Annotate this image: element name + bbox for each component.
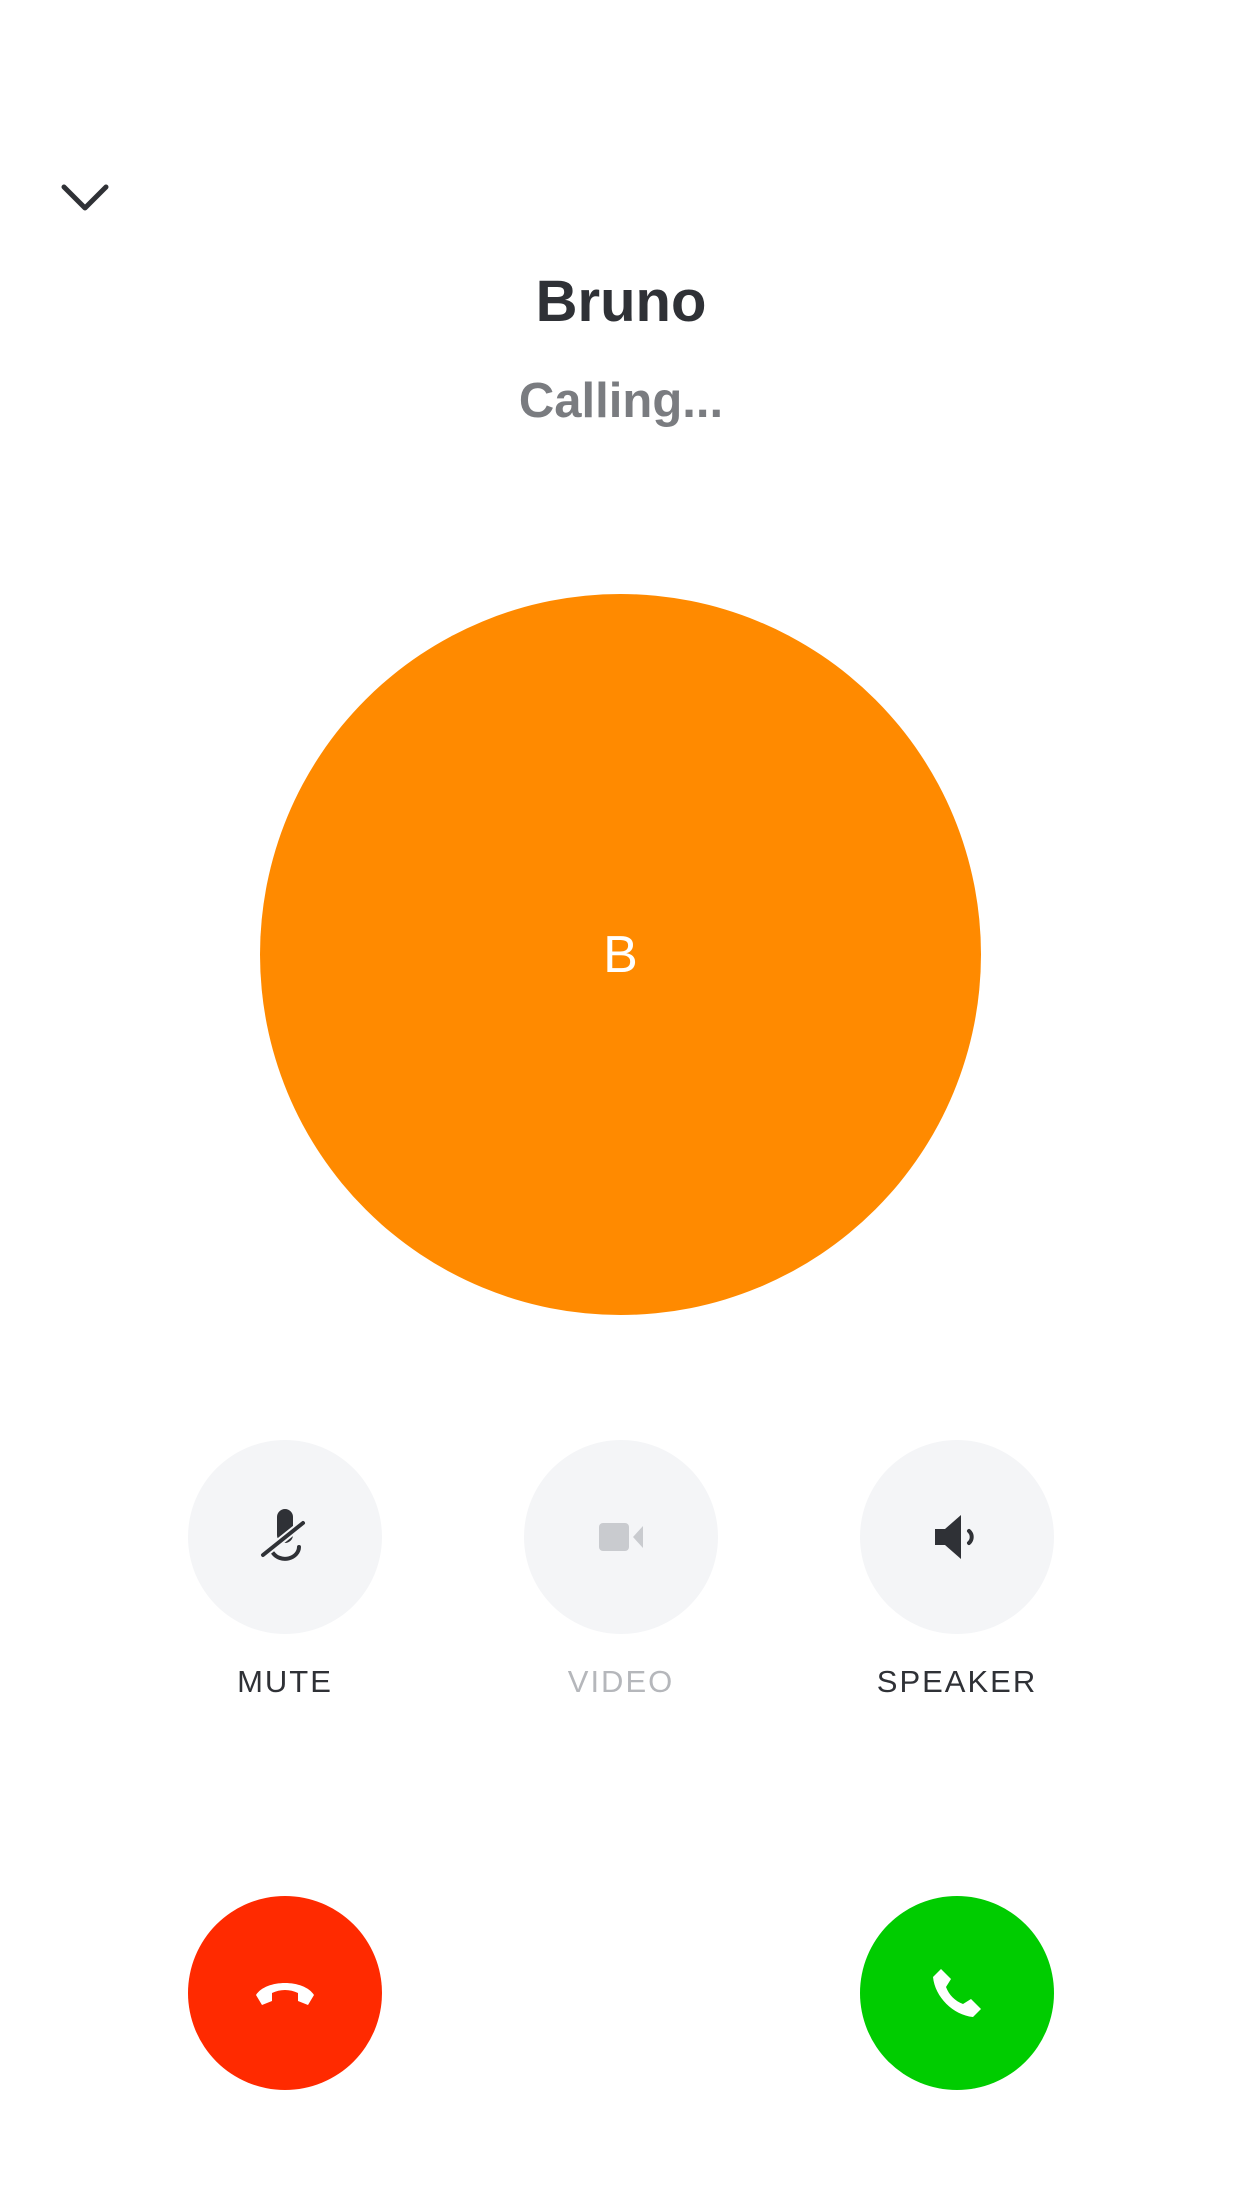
avatar-initial: B <box>603 925 638 984</box>
video-control: VIDEO <box>524 1440 718 1700</box>
video-camera-icon <box>599 1523 643 1551</box>
speaker-button[interactable] <box>860 1440 1054 1634</box>
decline-call-button[interactable] <box>188 1896 382 2090</box>
mic-off-icon <box>259 1509 307 1561</box>
collapse-button[interactable] <box>50 168 120 228</box>
chevron-down-icon <box>61 184 109 211</box>
video-label: VIDEO <box>567 1664 675 1699</box>
accept-call-button[interactable] <box>860 1896 1054 2090</box>
phone-hangup-icon <box>256 1983 314 2005</box>
mute-control: MUTE <box>188 1440 382 1700</box>
video-button[interactable] <box>524 1440 718 1634</box>
call-status: Calling... <box>518 374 724 428</box>
mute-label: MUTE <box>237 1664 333 1699</box>
speaker-label: SPEAKER <box>876 1664 1038 1699</box>
caller-name: Bruno <box>535 269 707 334</box>
mute-button[interactable] <box>188 1440 382 1634</box>
speaker-icon <box>935 1515 974 1559</box>
phone-icon <box>933 1969 981 2017</box>
speaker-control: SPEAKER <box>860 1440 1054 1700</box>
avatar: B <box>260 594 981 1315</box>
